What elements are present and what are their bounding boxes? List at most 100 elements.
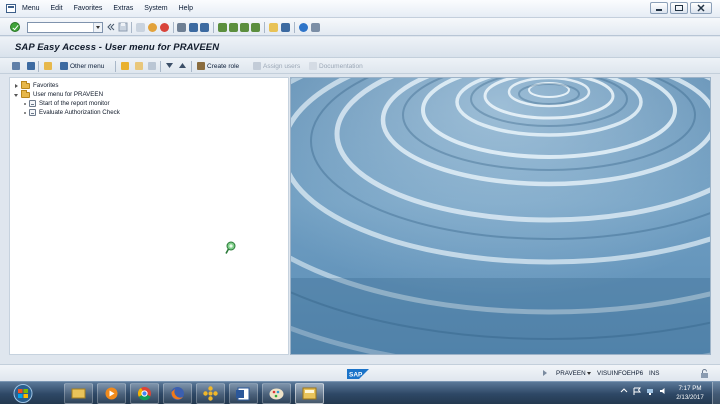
other-menu-icon [60, 62, 68, 70]
taskbar-firefox[interactable] [163, 383, 192, 404]
command-input[interactable] [28, 23, 94, 32]
add-favorite-button[interactable] [121, 61, 131, 71]
menu-item-menu[interactable]: Menu [22, 5, 40, 12]
command-dropdown-icon[interactable] [93, 23, 102, 32]
explorer-icon [71, 388, 86, 399]
taskbar-sap-gui[interactable] [295, 383, 324, 404]
taskbar-paint[interactable] [262, 383, 291, 404]
toolbar-separator [38, 61, 39, 72]
taskbar-sap-logon[interactable] [196, 383, 225, 404]
folder-button[interactable] [44, 61, 54, 71]
menu-icon-button[interactable] [12, 61, 22, 71]
customize-layout-icon[interactable] [311, 23, 320, 32]
network-icon[interactable] [646, 387, 654, 395]
menu-item-system[interactable]: System [144, 5, 167, 12]
bullet-icon [24, 111, 26, 114]
windows-taskbar: 7:17 PM 2/13/2017 [0, 381, 720, 404]
taskbar-clock[interactable]: 7:17 PM 2/13/2017 [672, 384, 708, 402]
volume-icon[interactable] [659, 387, 667, 395]
system-menu-icon[interactable] [6, 4, 16, 13]
shortcut-icon[interactable] [281, 23, 290, 32]
sap-menu-icon [12, 62, 20, 70]
start-button[interactable] [3, 383, 43, 404]
previous-page-icon[interactable] [229, 23, 238, 32]
new-session-icon[interactable] [269, 23, 278, 32]
cancel-icon[interactable] [160, 23, 169, 32]
user-menu-icon-button[interactable] [27, 61, 37, 71]
command-field[interactable] [27, 22, 103, 33]
standard-toolbar [0, 18, 720, 36]
taskbar-media-player[interactable] [97, 383, 126, 404]
help-icon[interactable] [299, 23, 308, 32]
menu-items: Menu Edit Favorites Extras System Help [22, 5, 193, 12]
tree-node-user-menu[interactable]: User menu for PRAVEEN [14, 89, 104, 99]
create-role-icon [197, 62, 205, 70]
move-up-icon[interactable] [179, 63, 186, 69]
menu-item-help[interactable]: Help [179, 5, 193, 12]
tree-node-label: User menu for PRAVEEN [33, 91, 104, 98]
menu-item-favorites[interactable]: Favorites [74, 5, 103, 12]
expand-icon[interactable] [14, 83, 19, 89]
transaction-icon [29, 100, 36, 107]
status-expand-icon[interactable] [543, 370, 547, 376]
toolbar-separator [115, 61, 116, 72]
tree-item-report-monitor[interactable]: Start of the report monitor [23, 99, 110, 108]
clock-date: 2/13/2017 [676, 394, 704, 401]
folder-icon [21, 80, 30, 89]
clock-time: 7:17 PM [678, 385, 702, 392]
find-icon[interactable] [189, 23, 198, 32]
last-page-icon[interactable] [251, 23, 260, 32]
other-menu-button[interactable]: Other menu [60, 61, 104, 71]
create-role-button[interactable]: Create role [197, 61, 239, 71]
menu-item-edit[interactable]: Edit [51, 5, 63, 12]
move-down-icon[interactable] [166, 63, 173, 69]
sap-logo: SAP [347, 369, 369, 379]
first-page-icon[interactable] [218, 23, 227, 32]
toolbar-separator [160, 61, 161, 72]
other-menu-label: Other menu [70, 62, 105, 70]
menu-item-extras[interactable]: Extras [113, 5, 133, 12]
edit-icon [148, 62, 156, 70]
firefox-icon [171, 387, 184, 400]
tree-item-label: Evaluate Authorization Check [39, 109, 120, 116]
assign-users-icon [253, 62, 261, 70]
exit-icon[interactable] [148, 23, 157, 32]
assign-users-button[interactable]: Assign users [253, 61, 300, 71]
toolbar-separator [191, 61, 192, 72]
status-mode: INS [649, 370, 660, 377]
close-icon [697, 4, 705, 12]
documentation-label: Documentation [319, 62, 363, 70]
taskbar-explorer[interactable] [64, 383, 93, 404]
lock-icon [701, 369, 708, 378]
flag-icon[interactable] [633, 387, 641, 395]
next-page-icon[interactable] [240, 23, 249, 32]
collapse-arrow-icon[interactable] [107, 23, 115, 31]
folder-open-icon [21, 89, 30, 98]
documentation-button[interactable]: Documentation [309, 61, 363, 71]
tree-item-authorization-check[interactable]: Evaluate Authorization Check [23, 108, 120, 117]
maximize-button[interactable] [670, 2, 688, 14]
status-bar: SAP PRAVEEN VISUINFOEHP6 INS [0, 364, 720, 381]
taskbar-word[interactable] [229, 383, 258, 404]
delete-favorite-button[interactable] [135, 61, 145, 71]
water-ripples-picture [291, 78, 710, 354]
taskbar-chrome[interactable] [130, 383, 159, 404]
delete-favorite-icon [135, 62, 143, 70]
enter-button[interactable] [10, 22, 20, 32]
toolbar-separator [264, 22, 265, 33]
find-next-icon[interactable] [200, 23, 209, 32]
show-hidden-icons-icon[interactable] [620, 387, 628, 395]
page-title: SAP Easy Access - User menu for PRAVEEN [15, 42, 220, 53]
show-desktop-button[interactable] [712, 382, 720, 404]
maximize-icon [675, 5, 683, 11]
edit-favorite-button[interactable] [148, 61, 158, 71]
status-dropdown-icon[interactable] [587, 372, 591, 375]
toolbar-separator [213, 22, 214, 33]
minimize-button[interactable] [650, 2, 668, 14]
save-icon[interactable] [118, 22, 128, 32]
print-icon[interactable] [177, 23, 186, 32]
back-icon[interactable] [136, 23, 145, 32]
window-controls [650, 2, 712, 14]
collapse-icon[interactable] [14, 92, 19, 98]
close-button[interactable] [690, 2, 712, 14]
